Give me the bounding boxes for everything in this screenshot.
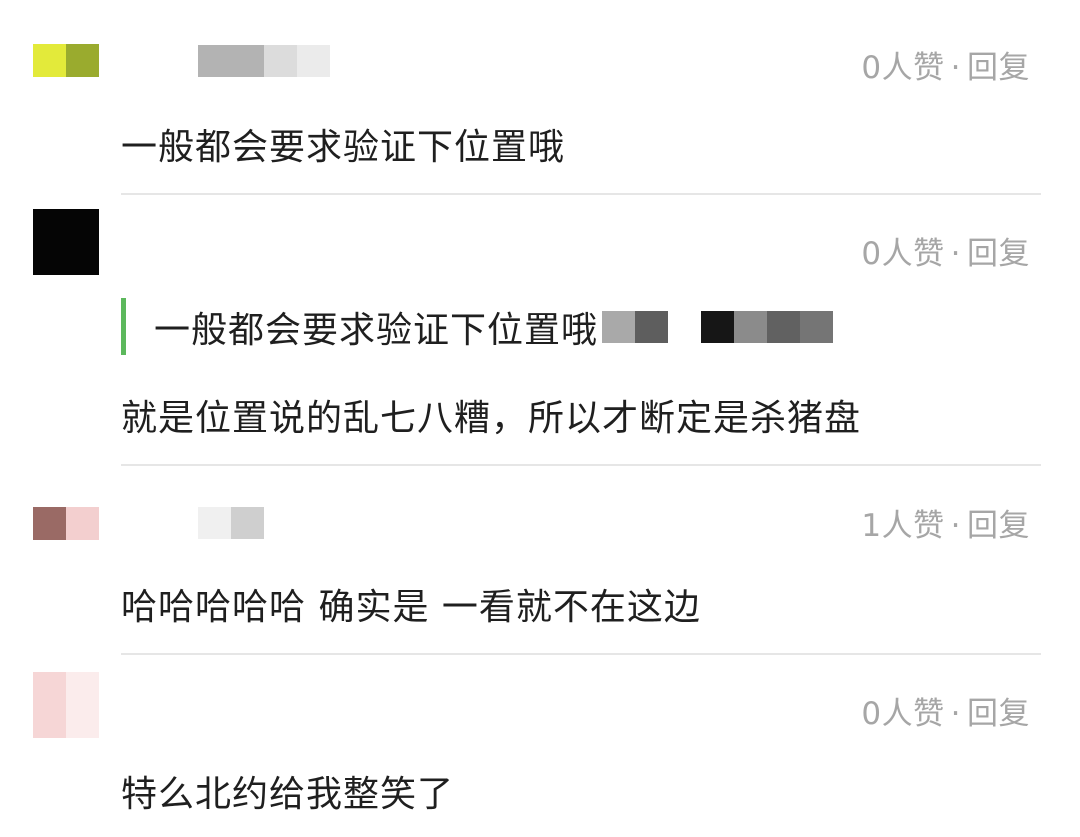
like-count[interactable]: 0人赞 bbox=[861, 696, 944, 732]
reply-link[interactable]: 回复 bbox=[967, 50, 1030, 86]
comment-meta: 0人赞 · 回复 bbox=[861, 228, 1030, 273]
meta-separator: · bbox=[950, 508, 961, 544]
meta-separator: · bbox=[950, 50, 961, 86]
comment-text: 就是位置说的乱七八糟，所以才断定是杀猪盘 bbox=[121, 398, 862, 439]
comment-text: 哈哈哈哈哈 确实是 一看就不在这边 bbox=[121, 587, 701, 628]
username-blurred[interactable] bbox=[198, 45, 330, 77]
avatar[interactable] bbox=[33, 44, 99, 77]
comment-text: 一般都会要求验证下位置哦 bbox=[121, 127, 566, 168]
reply-link[interactable]: 回复 bbox=[967, 508, 1030, 544]
avatar[interactable] bbox=[33, 672, 99, 738]
avatar[interactable] bbox=[33, 209, 99, 275]
reply-link[interactable]: 回复 bbox=[967, 236, 1030, 272]
like-count[interactable]: 0人赞 bbox=[861, 50, 944, 86]
avatar[interactable] bbox=[33, 507, 99, 540]
reply-link[interactable]: 回复 bbox=[967, 696, 1030, 732]
divider bbox=[121, 193, 1041, 195]
comment-meta: 1人赞 · 回复 bbox=[861, 500, 1030, 545]
comment-meta: 0人赞 · 回复 bbox=[861, 688, 1030, 733]
comment-meta: 0人赞 · 回复 bbox=[861, 42, 1030, 87]
quoted-username-blurred bbox=[602, 310, 834, 343]
comment-text: 特么北约给我整笑了 bbox=[121, 774, 455, 815]
username-blurred[interactable] bbox=[198, 507, 264, 539]
divider bbox=[121, 464, 1041, 466]
quoted-text: 一般都会要求验证下位置哦 bbox=[154, 309, 599, 351]
meta-separator: · bbox=[950, 236, 961, 272]
like-count[interactable]: 0人赞 bbox=[861, 236, 944, 272]
meta-separator: · bbox=[950, 696, 961, 732]
quoted-comment: 一般都会要求验证下位置哦 bbox=[121, 298, 834, 355]
like-count[interactable]: 1人赞 bbox=[861, 508, 944, 544]
divider bbox=[121, 653, 1041, 655]
